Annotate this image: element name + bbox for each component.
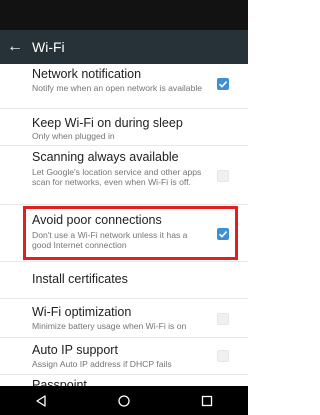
checkbox-wifi-optimization[interactable] bbox=[217, 313, 229, 325]
setting-subtitle: Notify me when an open network is availa… bbox=[32, 83, 203, 93]
square-recents-icon bbox=[201, 395, 212, 406]
checkbox-avoid-poor-connections[interactable] bbox=[217, 228, 229, 240]
nav-back-button[interactable] bbox=[21, 386, 61, 415]
setting-wifi-optimization[interactable]: Wi-Fi optimization Minimize battery usag… bbox=[0, 299, 248, 337]
setting-scanning-always-available[interactable]: Scanning always available Let Google's l… bbox=[0, 146, 248, 204]
check-icon bbox=[218, 231, 228, 238]
page-title: Wi-Fi bbox=[32, 39, 65, 55]
check-icon bbox=[218, 81, 228, 88]
checkbox-network-notification[interactable] bbox=[217, 78, 229, 90]
settings-list: Network notification Notify me when an o… bbox=[0, 64, 248, 386]
setting-install-certificates[interactable]: Install certificates bbox=[0, 262, 248, 298]
setting-passpoint[interactable]: Passpoint bbox=[0, 375, 248, 386]
setting-keep-wifi-on[interactable]: Keep Wi-Fi on during sleep Only when plu… bbox=[0, 109, 248, 144]
setting-avoid-poor-connections[interactable]: Avoid poor connections Don't use a Wi-Fi… bbox=[0, 206, 248, 260]
setting-title: Scanning always available bbox=[32, 150, 179, 164]
setting-subtitle: Only when plugged in bbox=[32, 131, 115, 141]
setting-title: Network notification bbox=[32, 67, 142, 81]
setting-title: Auto IP support bbox=[32, 343, 118, 357]
setting-title: Wi-Fi optimization bbox=[32, 305, 132, 319]
status-bar bbox=[0, 0, 248, 30]
checkbox-auto-ip-support[interactable] bbox=[217, 350, 229, 362]
setting-title: Avoid poor connections bbox=[32, 213, 162, 227]
navigation-bar bbox=[0, 386, 248, 415]
setting-subtitle: Minimize battery usage when Wi-Fi is on bbox=[32, 321, 187, 331]
divider bbox=[0, 204, 248, 205]
setting-auto-ip-support[interactable]: Auto IP support Assign Auto IP address i… bbox=[0, 338, 248, 374]
setting-subtitle: Assign Auto IP address if DHCP fails bbox=[32, 359, 172, 369]
circle-home-icon bbox=[118, 394, 130, 407]
setting-subtitle: Let Google's location service and other … bbox=[32, 167, 202, 187]
nav-home-button[interactable] bbox=[104, 386, 144, 415]
setting-subtitle: Don't use a Wi-Fi network unless it has … bbox=[32, 230, 188, 250]
nav-recents-button[interactable] bbox=[187, 386, 227, 415]
checkbox-scanning-always-available[interactable] bbox=[217, 170, 229, 182]
setting-title: Keep Wi-Fi on during sleep bbox=[32, 116, 183, 130]
app-bar: ← Wi-Fi bbox=[0, 30, 248, 64]
back-arrow-icon[interactable]: ← bbox=[0, 30, 30, 64]
setting-title: Passpoint bbox=[32, 378, 87, 386]
setting-network-notification[interactable]: Network notification Notify me when an o… bbox=[0, 64, 248, 108]
setting-title: Install certificates bbox=[32, 272, 128, 286]
triangle-back-icon bbox=[36, 394, 46, 407]
